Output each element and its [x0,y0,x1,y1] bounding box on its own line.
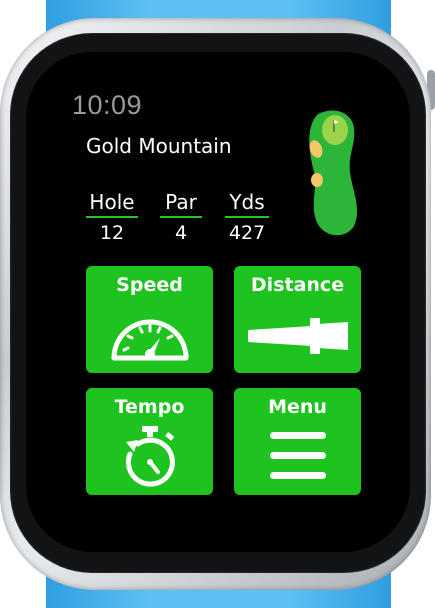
watch-screen: 10:09 Gold Mountain Hole 12 Par 4 Yds 42… [26,52,410,552]
course-name: Gold Mountain [86,134,232,158]
menu-button[interactable]: Menu [234,388,361,495]
speedometer-icon [111,319,188,361]
distance-label: Distance [250,274,345,296]
stat-par-label: Par [160,190,202,218]
stat-par: Par 4 [160,190,202,244]
stat-par-value: 4 [174,222,188,244]
status-time: 10:09 [72,90,143,120]
hole-map-icon[interactable] [304,108,364,240]
tempo-label: Tempo [114,396,185,418]
tempo-button[interactable]: Tempo [86,388,213,495]
stat-hole-value: 12 [99,222,125,244]
stat-yards: Yds 427 [225,190,269,244]
hamburger-menu-icon [269,432,326,479]
speed-button[interactable]: Speed [86,266,213,373]
stat-hole-label: Hole [86,190,138,218]
stat-yards-value: 427 [228,222,266,244]
distance-button[interactable]: Distance [234,266,361,373]
menu-label: Menu [268,396,327,418]
speed-label: Speed [116,274,183,296]
stat-yards-label: Yds [225,190,269,218]
putter-icon [247,318,348,354]
stat-hole: Hole 12 [86,190,138,244]
stopwatch-icon [125,426,175,487]
